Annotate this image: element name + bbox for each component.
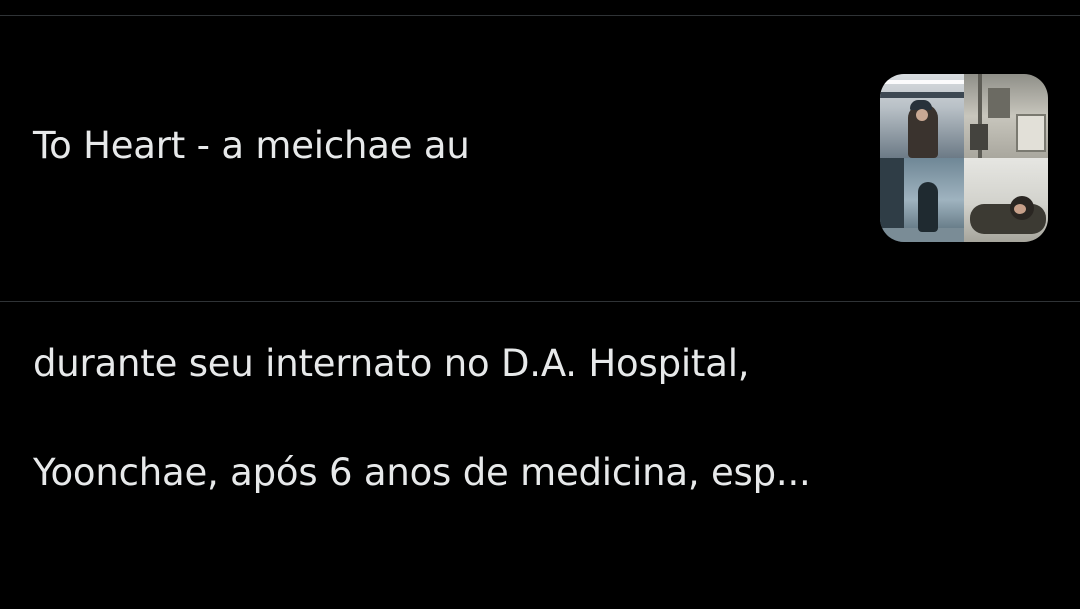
thumbnail-tile-hallway — [880, 158, 964, 242]
thumbnail-tile-resting — [964, 158, 1048, 242]
bottom-divider — [0, 301, 1080, 302]
link-preview-card[interactable]: To Heart - a meichae au durante seu inte… — [0, 16, 1080, 494]
card-title: To Heart - a meichae au — [33, 123, 470, 167]
card-description-line-2: Yoonchae, após 6 anos de medicina, esp..… — [33, 450, 811, 494]
card-text[interactable]: To Heart - a meichae au durante seu inte… — [33, 64, 853, 555]
thumbnail-tile-subway — [880, 74, 964, 158]
thumbnail-tile-hospital — [964, 74, 1048, 158]
page: To Heart - a meichae au durante seu inte… — [0, 0, 1080, 609]
card-description-line-1: durante seu internato no D.A. Hospital, — [33, 341, 750, 385]
card-thumbnail[interactable] — [880, 74, 1048, 242]
